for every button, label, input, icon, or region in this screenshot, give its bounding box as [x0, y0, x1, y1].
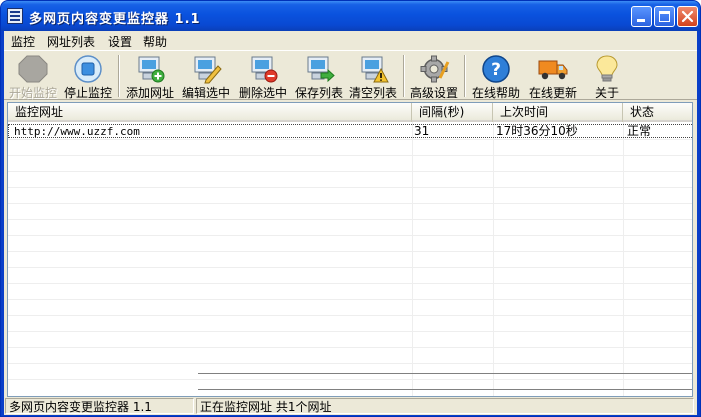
gear-icon — [420, 55, 450, 83]
grid-line — [8, 331, 692, 332]
column-header-interval[interactable]: 间隔(秒) — [412, 103, 493, 122]
menu-monitor[interactable]: 监控 — [11, 33, 35, 50]
about-label: 关于 — [594, 86, 619, 100]
url-list-view[interactable]: 监控网址 间隔(秒) 上次时间 状态 http://www.uzzf.com 3… — [7, 102, 693, 397]
start-monitor-button[interactable]: 开始监控 — [6, 52, 60, 100]
clear-list-icon — [361, 56, 389, 83]
toolbar-separator — [403, 55, 405, 97]
row-status: 正常 — [627, 124, 652, 138]
grid-line — [8, 219, 692, 220]
toolbar-separator — [464, 55, 466, 97]
delete-selected-icon — [251, 56, 278, 83]
column-url-label: 监控网址 — [15, 105, 64, 119]
column-last-time-label: 上次时间 — [500, 105, 549, 119]
divider-line — [198, 389, 692, 390]
title-bar[interactable]: 多网页内容变更监控器 1.1 — [1, 1, 700, 31]
grid-line — [8, 347, 692, 348]
client-area: 监控 网址列表 设置 帮助 开始监控 停止监控 添加网址 编辑选中 删除选中 保… — [4, 31, 697, 415]
close-icon — [681, 10, 694, 23]
save-list-button[interactable]: 保存列表 — [291, 52, 347, 100]
grid-line — [8, 155, 692, 156]
advanced-settings-label: 高级设置 — [409, 86, 458, 100]
edit-selected-button[interactable]: 编辑选中 — [178, 52, 234, 100]
grid-line — [8, 283, 692, 284]
grid-line — [8, 299, 692, 300]
lightbulb-icon — [596, 55, 618, 82]
edit-selected-icon — [194, 56, 222, 84]
row-interval: 31 — [414, 124, 430, 138]
grid-vline — [412, 122, 413, 396]
delete-selected-button[interactable]: 删除选中 — [235, 52, 291, 100]
close-button[interactable] — [677, 6, 698, 27]
grid-vline — [623, 122, 624, 396]
stop-monitor-button[interactable]: 停止监控 — [60, 52, 116, 100]
grid-line — [8, 267, 692, 268]
minimize-button[interactable] — [631, 6, 652, 27]
column-header-url[interactable]: 监控网址 — [8, 103, 412, 122]
grid-line — [8, 315, 692, 316]
status-app-name: 多网页内容变更监控器 1.1 — [5, 398, 194, 414]
online-update-button[interactable]: 在线更新 — [525, 52, 581, 100]
grid-line — [8, 139, 692, 140]
menu-url-list[interactable]: 网址列表 — [47, 33, 95, 50]
table-row[interactable]: http://www.uzzf.com 31 17时36分10秒 正常 — [8, 124, 692, 138]
divider-line — [198, 373, 692, 374]
start-monitor-icon — [18, 55, 48, 83]
toolbar: 开始监控 停止监控 添加网址 编辑选中 删除选中 保存列表 清空列表 高级设置 … — [4, 50, 697, 100]
online-help-button[interactable]: ? 在线帮助 — [468, 52, 524, 100]
menu-help[interactable]: 帮助 — [143, 33, 167, 50]
list-header: 监控网址 间隔(秒) 上次时间 状态 — [8, 103, 692, 122]
online-help-label: 在线帮助 — [471, 86, 520, 100]
main-window: 多网页内容变更监控器 1.1 监控 网址列表 设置 帮助 开始监控 停止监控 添… — [0, 0, 701, 417]
add-url-icon — [138, 56, 165, 83]
grid-line — [8, 187, 692, 188]
about-button[interactable]: 关于 — [587, 52, 627, 100]
edit-selected-label: 编辑选中 — [181, 86, 230, 100]
grid-line — [8, 203, 692, 204]
column-header-status[interactable]: 状态 — [623, 103, 692, 122]
clear-list-button[interactable]: 清空列表 — [345, 52, 401, 100]
help-icon: ? — [482, 55, 510, 83]
menu-settings[interactable]: 设置 — [108, 33, 132, 50]
column-status-label: 状态 — [630, 105, 655, 119]
menu-bar: 监控 网址列表 设置 帮助 — [4, 31, 697, 49]
status-message: 正在监控网址 共1个网址 — [196, 398, 694, 414]
grid-line — [8, 251, 692, 252]
stop-monitor-icon — [74, 55, 102, 83]
grid-line — [8, 379, 692, 380]
svg-text:?: ? — [491, 60, 501, 80]
grid-vline — [493, 122, 494, 396]
save-list-label: 保存列表 — [294, 86, 343, 100]
maximize-button[interactable] — [654, 6, 675, 27]
toolbar-separator — [118, 55, 120, 97]
list-body: http://www.uzzf.com 31 17时36分10秒 正常 — [8, 122, 692, 396]
row-last-time: 17时36分10秒 — [496, 124, 578, 138]
save-list-icon — [307, 56, 335, 83]
status-bar: 多网页内容变更监控器 1.1 正在监控网址 共1个网址 — [4, 397, 697, 415]
clear-list-label: 清空列表 — [348, 86, 397, 100]
truck-icon — [538, 60, 568, 80]
minimize-icon — [637, 19, 645, 22]
advanced-settings-button[interactable]: 高级设置 — [407, 52, 461, 100]
delete-selected-label: 删除选中 — [238, 86, 287, 100]
grid-line — [8, 235, 692, 236]
start-monitor-label: 开始监控 — [8, 86, 57, 100]
stop-monitor-label: 停止监控 — [63, 86, 112, 100]
column-header-last-time[interactable]: 上次时间 — [493, 103, 623, 122]
column-interval-label: 间隔(秒) — [419, 105, 465, 119]
grid-line — [8, 363, 692, 364]
app-icon — [7, 8, 23, 24]
window-title: 多网页内容变更监控器 1.1 — [29, 12, 201, 27]
add-url-label: 添加网址 — [125, 86, 174, 100]
online-update-label: 在线更新 — [528, 86, 577, 100]
grid-line — [8, 171, 692, 172]
maximize-icon — [659, 11, 670, 22]
add-url-button[interactable]: 添加网址 — [122, 52, 178, 100]
row-url: http://www.uzzf.com — [14, 125, 140, 138]
